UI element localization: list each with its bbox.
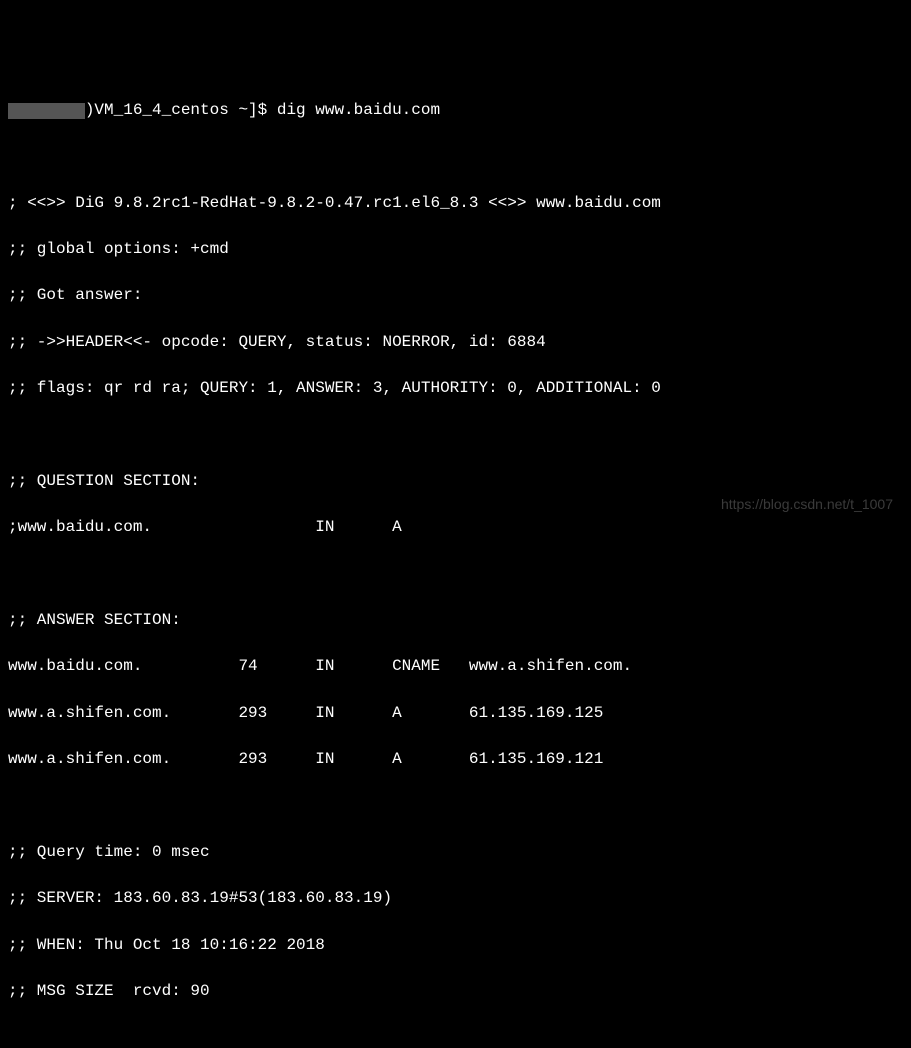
- dig-header: ;; ->>HEADER<<- opcode: QUERY, status: N…: [8, 331, 903, 354]
- dig-msg-size: ;; MSG SIZE rcvd: 90: [8, 980, 903, 1003]
- dig-got-answer: ;; Got answer:: [8, 284, 903, 307]
- blank-line: [8, 563, 903, 586]
- answer-row: www.a.shifen.com. 293 IN A 61.135.169.12…: [8, 702, 903, 725]
- dig-server: ;; SERVER: 183.60.83.19#53(183.60.83.19): [8, 887, 903, 910]
- blank-line: [8, 423, 903, 446]
- answer-row: www.baidu.com. 74 IN CNAME www.a.shifen.…: [8, 655, 903, 678]
- prompt-line: )VM_16_4_centos ~]$ dig www.baidu.com: [8, 99, 903, 122]
- command-text[interactable]: dig www.baidu.com: [277, 101, 440, 119]
- dig-flags: ;; flags: qr rd ra; QUERY: 1, ANSWER: 3,…: [8, 377, 903, 400]
- prompt-host: )VM_16_4_centos ~]$: [85, 101, 277, 119]
- dig-banner: ; <<>> DiG 9.8.2rc1-RedHat-9.8.2-0.47.rc…: [8, 192, 903, 215]
- blank-line: [8, 794, 903, 817]
- dig-global-options: ;; global options: +cmd: [8, 238, 903, 261]
- redacted-user: [8, 103, 85, 119]
- answer-section-header: ;; ANSWER SECTION:: [8, 609, 903, 632]
- question-row: ;www.baidu.com. IN A: [8, 516, 903, 539]
- dig-query-time: ;; Query time: 0 msec: [8, 841, 903, 864]
- watermark-text: https://blog.csdn.net/t_1007: [721, 494, 893, 514]
- question-section-header: ;; QUESTION SECTION:: [8, 470, 903, 493]
- blank-line: [8, 145, 903, 168]
- dig-when: ;; WHEN: Thu Oct 18 10:16:22 2018: [8, 934, 903, 957]
- answer-row: www.a.shifen.com. 293 IN A 61.135.169.12…: [8, 748, 903, 771]
